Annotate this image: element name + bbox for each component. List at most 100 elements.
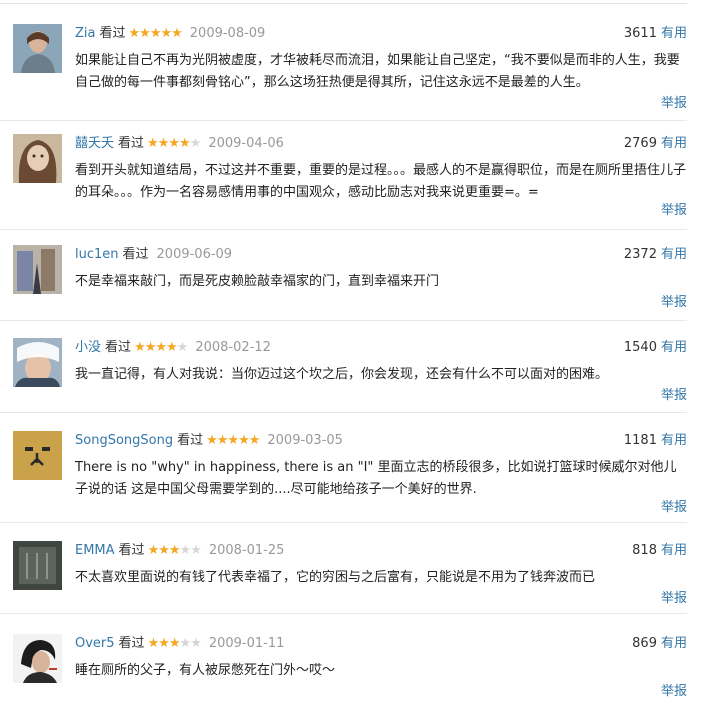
vote-count: 1540 有用 — [624, 338, 687, 358]
rating-stars: ★★★★★ — [147, 543, 202, 558]
vote-number: 869 — [632, 636, 657, 651]
comment-header: 囍夭夭 看过 ★★★★★ 2009-04-06 — [75, 134, 284, 154]
star-filled-icon: ★ — [149, 26, 162, 41]
rating-stars: ★★★★★ — [206, 433, 261, 448]
comment-divider — [0, 229, 687, 230]
author-link[interactable]: 囍夭夭 — [75, 136, 114, 151]
comment-text: 如果能让自己不再为光阴被虚度，才华被耗尽而流泪，如果能让自己坚定，“我不要似是而… — [75, 53, 680, 90]
rating-stars: ★★★★★ — [134, 340, 189, 355]
star-filled-icon: ★ — [147, 136, 159, 151]
comment-item: luc1en 看过 2009-06-09 2372 有用 不是幸福来敲门，而是死皮赖脸… — [0, 245, 700, 315]
star-filled-icon: ★ — [248, 433, 261, 448]
author-link[interactable]: EMMA — [75, 543, 115, 558]
vote-number: 2372 — [623, 247, 657, 262]
comment-divider — [0, 412, 687, 413]
vote-number: 1181 — [623, 433, 657, 448]
author-link[interactable]: 小没 — [75, 340, 101, 355]
comment-date: 2009-01-11 — [208, 636, 285, 651]
comment-divider — [0, 613, 687, 614]
star-filled-icon: ★ — [158, 636, 170, 651]
vote-count: 2769 有用 — [624, 134, 687, 154]
useful-button[interactable]: 有用 — [661, 433, 687, 448]
star-filled-icon: ★ — [147, 543, 160, 558]
star-filled-icon: ★ — [179, 136, 191, 151]
comment-date: 2009-08-09 — [189, 26, 266, 41]
rating-stars: ★★★★★ — [128, 26, 183, 41]
avatar[interactable] — [13, 134, 62, 183]
avatar[interactable] — [13, 431, 62, 480]
comment-header: EMMA 看过 ★★★★★ 2008-01-25 — [75, 541, 284, 561]
watched-label: 看过 — [118, 136, 145, 151]
star-empty-icon: ★ — [190, 543, 202, 558]
comment-text: 看到开头就知道结局，不过这并不重要，重要的是过程。。。最感人的不是赢得职位，而是… — [75, 163, 687, 200]
star-filled-icon: ★ — [144, 340, 157, 355]
star-filled-icon: ★ — [171, 26, 183, 41]
vote-count: 869 有用 — [632, 634, 687, 654]
avatar[interactable] — [13, 541, 62, 590]
comment-text: There is no "why" in happiness, there is… — [75, 460, 677, 497]
vote-number: 1540 — [623, 340, 657, 355]
comment-date: 2009-03-05 — [267, 433, 343, 448]
report-link[interactable]: 举报 — [661, 589, 687, 609]
star-filled-icon: ★ — [139, 26, 151, 41]
author-link[interactable]: SongSongSong — [75, 433, 173, 448]
star-empty-icon: ★ — [179, 543, 192, 558]
avatar[interactable] — [13, 24, 62, 73]
report-link[interactable]: 举报 — [661, 386, 687, 406]
useful-button[interactable]: 有用 — [661, 136, 687, 151]
comment-text: 不是幸福来敲门，而是死皮赖脸敲幸福家的门，直到幸福来开门 — [75, 274, 440, 289]
avatar[interactable] — [13, 245, 62, 294]
comment-header: 小没 看过 ★★★★★ 2008-02-12 — [75, 338, 271, 358]
star-filled-icon: ★ — [128, 26, 141, 41]
comment-divider — [0, 120, 687, 121]
star-filled-icon: ★ — [168, 136, 180, 151]
comment-header: SongSongSong 看过 ★★★★★ 2009-03-05 — [75, 431, 343, 451]
star-filled-icon: ★ — [158, 543, 170, 558]
useful-button[interactable]: 有用 — [661, 543, 687, 558]
comment-item: EMMA 看过 ★★★★★ 2008-01-25 818 有用 不太喜欢里面说的有钱了代… — [0, 541, 700, 611]
watched-label: 看过 — [105, 340, 132, 355]
comment-item: 小没 看过 ★★★★★ 2008-02-12 1540 有用 我一直记得，有人对我说：当… — [0, 338, 700, 408]
useful-button[interactable]: 有用 — [661, 247, 687, 262]
star-filled-icon: ★ — [157, 136, 170, 151]
comment-date: 2008-02-12 — [195, 340, 271, 355]
useful-button[interactable]: 有用 — [661, 26, 687, 41]
vote-count: 1181 有用 — [624, 431, 687, 451]
watched-label: 看过 — [99, 26, 126, 41]
star-empty-icon: ★ — [190, 636, 202, 651]
star-empty-icon: ★ — [179, 636, 192, 651]
useful-button[interactable]: 有用 — [661, 340, 687, 355]
comment-date: 2009-06-09 — [156, 247, 233, 262]
useful-button[interactable]: 有用 — [661, 636, 687, 651]
vote-count: 818 有用 — [632, 541, 687, 561]
rating-stars: ★★★★★ — [147, 136, 202, 151]
author-link[interactable]: Zia — [75, 26, 95, 41]
avatar[interactable] — [13, 634, 62, 683]
author-link[interactable]: luc1en — [75, 247, 119, 262]
star-filled-icon: ★ — [166, 340, 178, 355]
report-link[interactable]: 举报 — [661, 94, 687, 114]
star-filled-icon: ★ — [168, 543, 181, 558]
report-link[interactable]: 举报 — [661, 498, 687, 518]
avatar[interactable] — [13, 338, 62, 387]
comment-item: Zia 看过 ★★★★★ 2009-08-09 3611 有用 如果能让自己不再为光阴被… — [0, 24, 700, 114]
comment-item: 囍夭夭 看过 ★★★★★ 2009-04-06 2769 有用 看到开头就知道结局，不过… — [0, 134, 700, 224]
author-link[interactable]: Over5 — [75, 636, 115, 651]
star-filled-icon: ★ — [206, 433, 218, 448]
top-divider — [0, 3, 687, 4]
star-empty-icon: ★ — [176, 340, 189, 355]
star-filled-icon: ★ — [227, 433, 239, 448]
star-filled-icon: ★ — [238, 433, 250, 448]
vote-count: 3611 有用 — [624, 24, 687, 44]
comment-text: 不太喜欢里面说的有钱了代表幸福了，它的穷困与之后富有，只能说是不用为了钱奔波而已 — [75, 570, 596, 585]
vote-number: 3611 — [623, 26, 657, 41]
comment-date: 2008-01-25 — [208, 543, 285, 558]
report-link[interactable]: 举报 — [661, 682, 687, 702]
vote-number: 2769 — [623, 136, 657, 151]
report-link[interactable]: 举报 — [661, 293, 687, 313]
comment-header: Over5 看过 ★★★★★ 2009-01-11 — [75, 634, 284, 654]
report-link[interactable]: 举报 — [661, 201, 687, 221]
star-empty-icon: ★ — [189, 136, 202, 151]
vote-count: 2372 有用 — [624, 245, 687, 265]
star-filled-icon: ★ — [168, 636, 181, 651]
